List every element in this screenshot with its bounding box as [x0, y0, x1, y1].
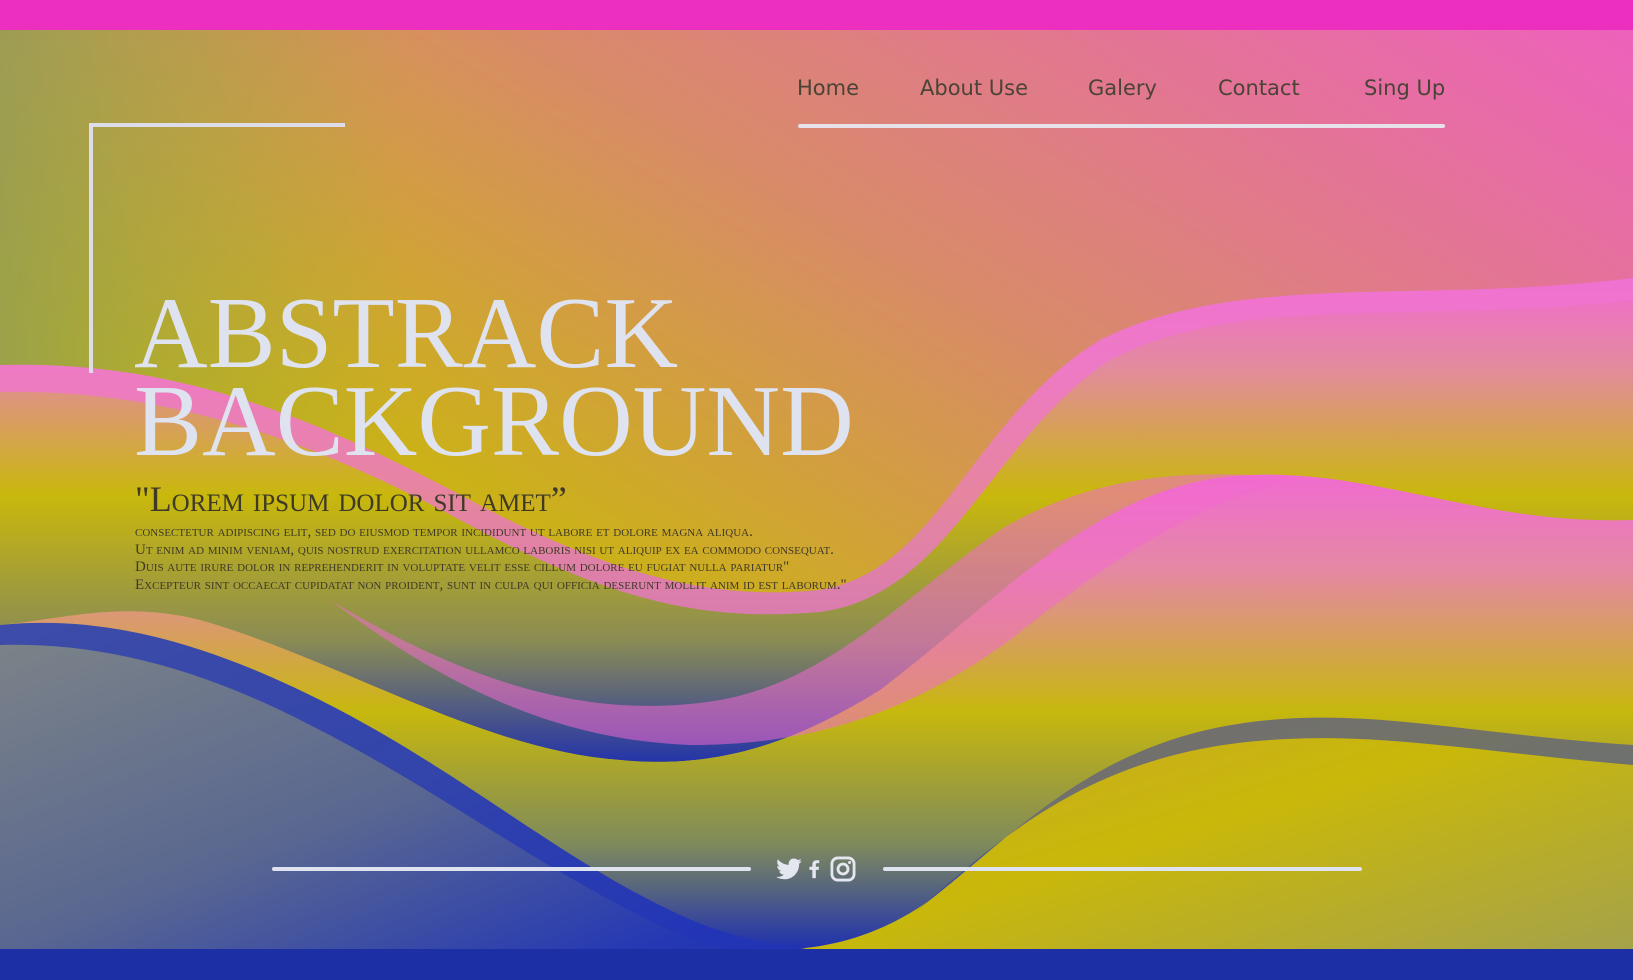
footer-divider-right	[883, 867, 1362, 871]
hero-body-text: consectetur adipiscing elit, sed do eius…	[135, 524, 847, 594]
body-line: consectetur adipiscing elit, sed do eius…	[135, 524, 753, 540]
facebook-icon[interactable]	[803, 855, 825, 883]
body-line: Excepteur sint occaecat cupidatat non pr…	[135, 576, 847, 593]
nav-item-home[interactable]: Home	[797, 76, 859, 100]
hero-title-line-2: BACKGROUND	[134, 365, 854, 478]
bottom-color-bar	[0, 949, 1633, 980]
instagram-icon[interactable]	[829, 855, 857, 883]
decorative-frame-top	[89, 123, 345, 127]
nav-item-contact[interactable]: Contact	[1218, 76, 1300, 100]
hero-quote: "Lorem ipsum dolor sit amet”	[135, 479, 567, 519]
landing-page: Home About Use Galery Contact Sing Up AB…	[0, 0, 1633, 980]
nav-item-about-use[interactable]: About Use	[920, 76, 1028, 100]
body-line: Ut enim ad minim veniam, quis nostrud ex…	[135, 541, 834, 558]
nav-underline	[798, 124, 1445, 128]
body-line: Duis aute irure dolor in reprehenderit i…	[135, 559, 790, 575]
hero-title: ABSTRACK BACKGROUND	[134, 283, 934, 478]
decorative-frame-left	[89, 123, 93, 373]
footer-divider-left	[272, 867, 751, 871]
nav-item-sing-up[interactable]: Sing Up	[1364, 76, 1445, 100]
twitter-icon[interactable]	[775, 855, 803, 883]
nav-item-galery[interactable]: Galery	[1088, 76, 1157, 100]
main-navigation: Home About Use Galery Contact Sing Up	[797, 76, 1445, 116]
top-color-bar	[0, 0, 1633, 30]
social-links	[775, 855, 865, 885]
